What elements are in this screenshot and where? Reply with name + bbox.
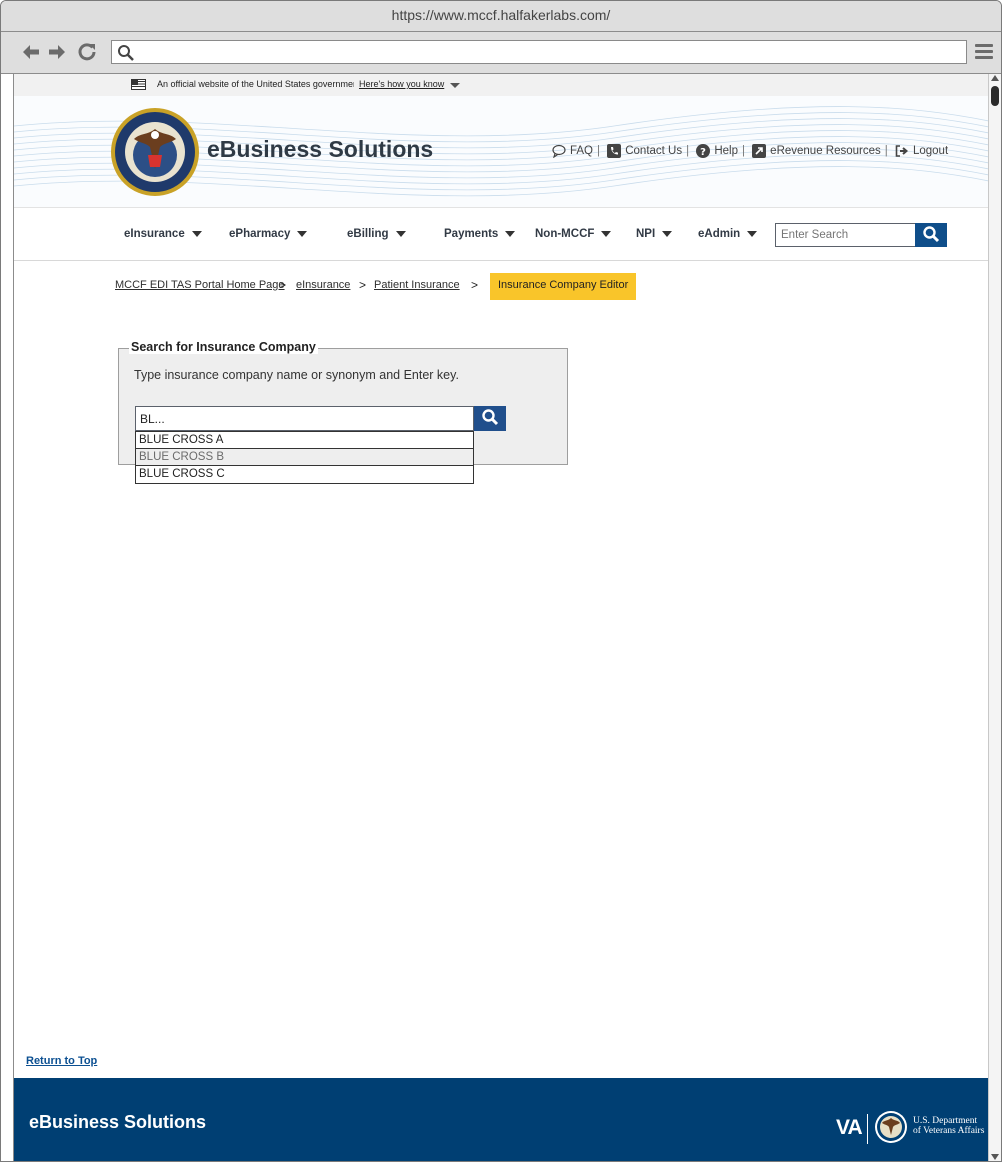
erevenue-resources-link[interactable]: eRevenue Resources	[770, 145, 881, 157]
help-link[interactable]: Help	[714, 145, 738, 157]
return-to-top-link[interactable]: Return to Top	[26, 1055, 97, 1067]
breadcrumb-separator: >	[359, 278, 367, 292]
page-viewport: An official website of the United States…	[13, 74, 988, 1161]
insurance-company-input[interactable]	[135, 406, 474, 431]
chevron-down-icon	[297, 230, 308, 237]
chevron-down-icon	[395, 230, 406, 237]
insurance-search-legend: Search for Insurance Company	[129, 340, 318, 354]
scroll-thumb[interactable]	[991, 86, 999, 106]
scroll-up-arrow-icon[interactable]	[991, 75, 999, 81]
insurance-search-button[interactable]	[474, 406, 506, 431]
browser-titlebar: https://www.mccf.halfakerlabs.com/	[1, 1, 1001, 32]
phone-icon	[607, 144, 622, 158]
va-department-name: U.S. Department of Veterans Affairs	[913, 1116, 985, 1136]
breadcrumb-separator: >	[471, 278, 479, 292]
svg-text:?: ?	[700, 147, 706, 158]
chevron-down-icon	[662, 230, 673, 237]
nav-item-einsurance[interactable]: eInsurance	[124, 228, 202, 240]
autocomplete-item[interactable]: BLUE CROSS A	[136, 432, 473, 449]
chevron-down-icon	[747, 230, 758, 237]
chevron-down-icon	[191, 230, 202, 237]
va-seal-logo[interactable]	[110, 107, 200, 197]
speech-bubble-icon	[552, 144, 566, 159]
site-search-input[interactable]	[775, 223, 916, 247]
browser-toolbar	[1, 32, 1001, 74]
autocomplete-item-highlighted[interactable]: BLUE CROSS B	[136, 449, 473, 466]
sign-out-icon	[895, 144, 909, 158]
browser-window: https://www.mccf.halfakerlabs.com/ An of…	[0, 0, 1002, 1162]
chevron-down-icon	[601, 230, 612, 237]
browser-title-url: https://www.mccf.halfakerlabs.com/	[391, 7, 611, 23]
address-bar[interactable]	[111, 40, 967, 64]
vertical-scrollbar[interactable]	[988, 74, 1001, 1161]
contact-us-link[interactable]: Contact Us	[625, 145, 682, 157]
nav-item-eadmin[interactable]: eAdmin	[698, 228, 758, 240]
nav-item-non-mccf[interactable]: Non-MCCF	[535, 228, 612, 240]
autocomplete-item[interactable]: BLUE CROSS C	[136, 466, 473, 483]
footer-title: eBusiness Solutions	[29, 1112, 207, 1132]
question-circle-icon: ?	[696, 144, 711, 158]
nav-item-epharmacy[interactable]: ePharmacy	[229, 228, 308, 240]
nav-item-ebilling[interactable]: eBilling	[347, 228, 406, 240]
logout-link[interactable]: Logout	[913, 145, 948, 157]
breadcrumb-separator: >	[279, 278, 287, 292]
external-link-icon	[752, 144, 767, 158]
faq-link[interactable]: FAQ	[570, 145, 593, 157]
us-flag-icon	[131, 79, 146, 90]
breadcrumb-current-page: Insurance Company Editor	[490, 273, 637, 300]
back-arrow-icon[interactable]	[20, 41, 42, 63]
va-seal-icon	[875, 1111, 907, 1143]
search-icon	[117, 44, 135, 67]
site-header: eBusiness Solutions FAQ | Contact Us | ? H…	[14, 96, 988, 208]
nav-item-payments[interactable]: Payments	[444, 228, 516, 240]
forward-arrow-icon[interactable]	[46, 41, 68, 63]
heres-how-you-know-link[interactable]: Here's how you know	[359, 79, 444, 89]
site-search-button[interactable]	[915, 223, 947, 247]
chevron-down-icon[interactable]	[450, 83, 460, 88]
site-footer: eBusiness Solutions VA U.S. Department of…	[14, 1078, 988, 1161]
chevron-down-icon	[505, 230, 516, 237]
autocomplete-list: BLUE CROSS A BLUE CROSS B BLUE CROSS C	[135, 431, 474, 484]
scroll-down-arrow-icon[interactable]	[991, 1154, 999, 1160]
gov-banner: An official website of the United States…	[14, 74, 988, 96]
official-website-text: An official website of the United States…	[157, 79, 354, 89]
main-navigation: eInsurance ePharmacy eBilling Payments N…	[14, 208, 988, 261]
nav-item-npi[interactable]: NPI	[636, 228, 673, 240]
breadcrumb-home-link[interactable]: MCCF EDI TAS Portal Home Page	[115, 279, 285, 291]
search-icon	[923, 225, 940, 242]
insurance-search-hint: Type insurance company name or synonym a…	[134, 368, 459, 382]
search-icon	[482, 409, 499, 426]
utility-links: FAQ | Contact Us | ? Help | eRevenue Resour…	[552, 144, 948, 159]
breadcrumb-einsurance-link[interactable]: eInsurance	[296, 279, 350, 291]
reload-icon[interactable]	[76, 41, 98, 63]
va-department-logo[interactable]: VA U.S. Department of Veterans Affairs	[834, 1110, 984, 1148]
hamburger-menu-icon[interactable]	[975, 44, 993, 60]
site-title[interactable]: eBusiness Solutions	[207, 136, 433, 163]
va-wordmark: VA	[836, 1116, 863, 1139]
breadcrumb-patient-insurance-link[interactable]: Patient Insurance	[374, 279, 460, 291]
